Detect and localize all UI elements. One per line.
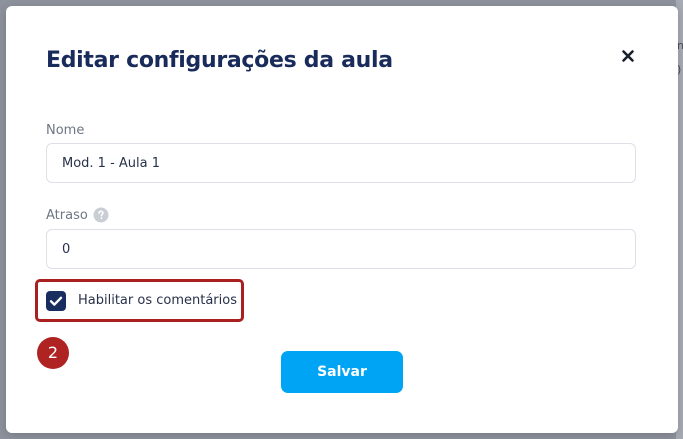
step-number-badge: 2 [37, 337, 69, 369]
atraso-label: Atraso [46, 208, 88, 223]
atraso-input[interactable] [46, 229, 636, 269]
close-icon [622, 50, 634, 62]
question-circle-icon[interactable] [93, 207, 109, 223]
edit-lesson-settings-modal: Editar configurações da aula Nome Atraso… [6, 6, 678, 433]
nome-input[interactable] [46, 143, 636, 183]
enable-comments-label[interactable]: Habilitar os comentários [78, 293, 237, 308]
close-button[interactable] [618, 46, 638, 66]
checkmark-icon [49, 296, 63, 306]
enable-comments-checkbox[interactable] [46, 291, 66, 311]
nome-label: Nome [46, 123, 85, 138]
modal-title: Editar configurações da aula [46, 48, 393, 73]
save-button[interactable]: Salvar [281, 351, 403, 393]
